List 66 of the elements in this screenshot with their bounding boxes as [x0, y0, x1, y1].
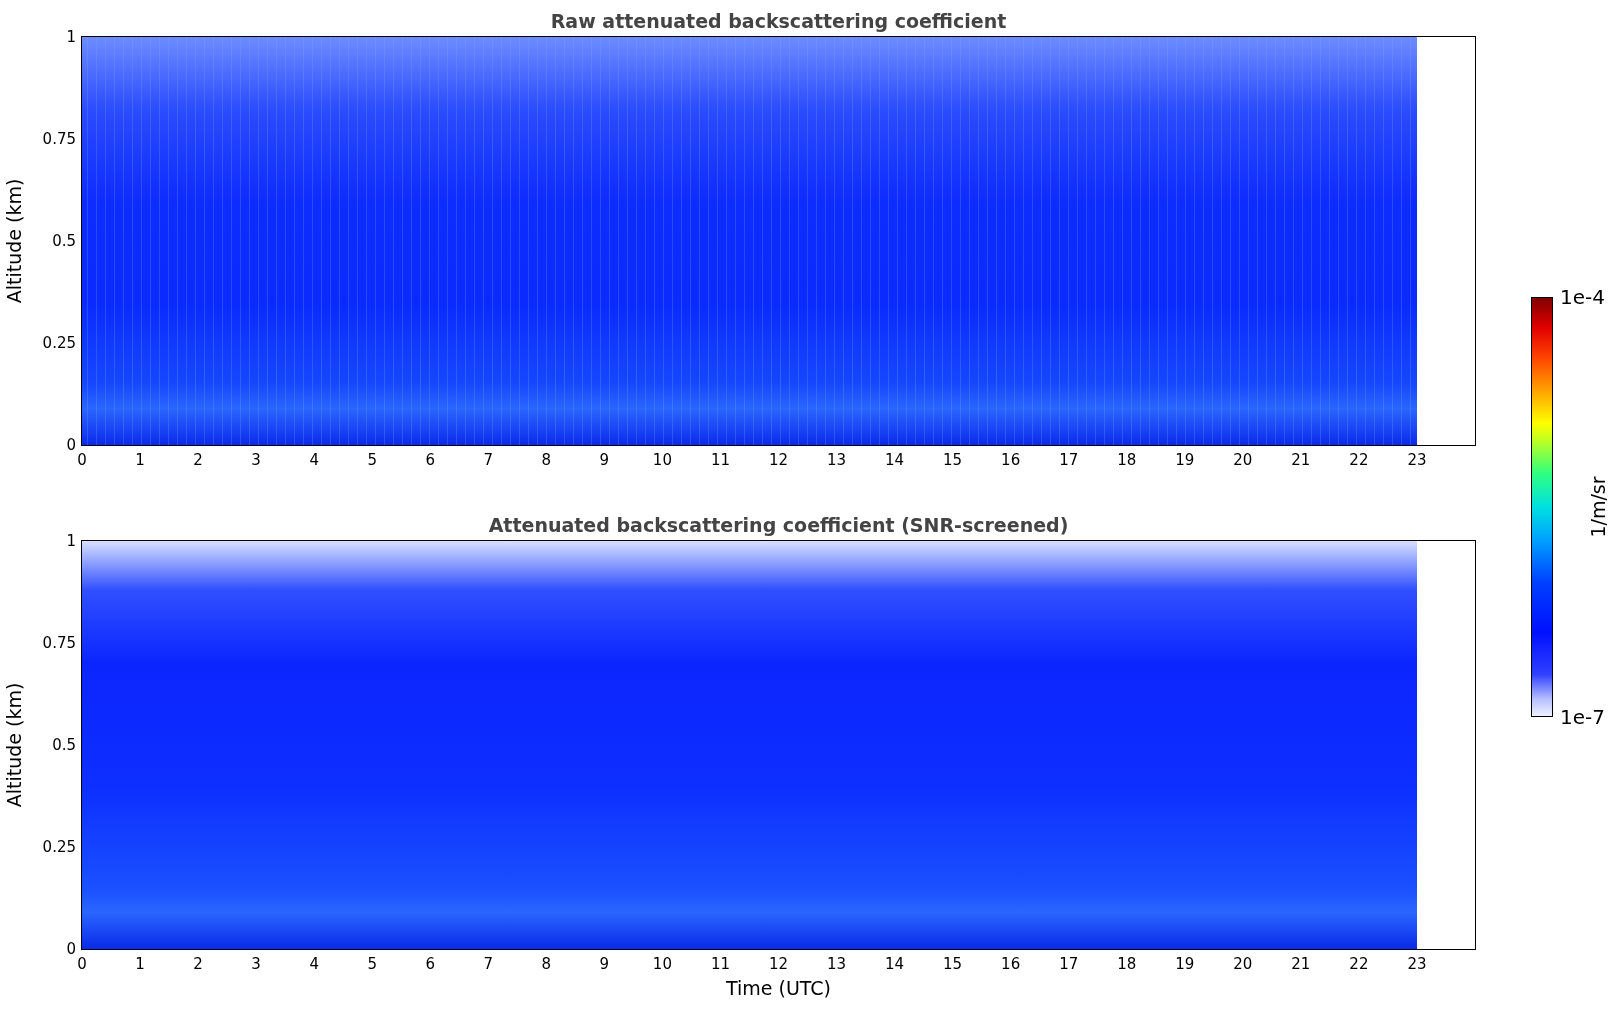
tick-label: 20 [1233, 451, 1253, 469]
tick-label: 12 [768, 451, 789, 469]
tick-label: 21 [1291, 451, 1311, 469]
tick-label: 11 [710, 955, 730, 973]
tick-label: 18 [1117, 451, 1137, 469]
tick-label: 1 [135, 955, 145, 973]
tick-label: 5 [367, 955, 377, 973]
tick-label: 4 [309, 955, 319, 973]
tick-label: 13 [827, 955, 847, 973]
tick-label: 7 [483, 451, 494, 469]
tick-label: 6 [425, 451, 435, 469]
tick-label: 16 [1001, 955, 1021, 973]
tick-label: 2 [193, 451, 203, 469]
tick-label: 11 [710, 451, 730, 469]
tick-label: 23 [1407, 451, 1427, 469]
tick-label: 0 [66, 940, 76, 958]
tick-label: 1 [135, 451, 145, 469]
tick-label: 14 [885, 451, 905, 469]
tick-label: 0 [77, 955, 87, 973]
tick-label: 19 [1175, 451, 1195, 469]
tick-label: 10 [652, 451, 672, 469]
tick-label: 2 [193, 955, 203, 973]
tick-label: 21 [1291, 955, 1311, 973]
chart-title: Attenuated backscattering coefficient (SNR-screened) [487, 513, 1070, 538]
tick-label: 0 [66, 436, 76, 454]
tick-label: 10 [652, 955, 672, 973]
tick-label: 1 [66, 28, 76, 46]
tick-label: 12 [768, 955, 789, 973]
tick-label: 9 [599, 451, 610, 469]
tick-label: 16 [1001, 451, 1021, 469]
tick-label: 17 [1059, 451, 1079, 469]
tick-label: 4 [309, 451, 319, 469]
tick-label: 13 [827, 451, 847, 469]
tick-label: 0 [77, 451, 87, 469]
chart-title: Raw attenuated backscattering coefficient [549, 9, 1008, 34]
tick-label: 5 [367, 451, 377, 469]
tick-label: 3 [251, 955, 261, 973]
tick-label: 15 [943, 451, 963, 469]
tick-label: 19 [1175, 955, 1195, 973]
tick-label: 7 [483, 955, 494, 973]
tick-label: 9 [599, 955, 610, 973]
colorbar-label: 1e-4 [1560, 285, 1605, 309]
tick-label: 18 [1117, 955, 1137, 973]
tick-label: 8 [541, 451, 552, 469]
tick-label: 0.5 [52, 232, 76, 250]
colorbar-title: 1/m/sr [1587, 476, 1609, 538]
tick-label: 23 [1407, 955, 1427, 973]
tick-label: 1 [66, 532, 76, 550]
tick-label: 0.75 [42, 634, 76, 652]
tick-label: 6 [425, 955, 435, 973]
tick-label: 17 [1059, 955, 1079, 973]
tick-label: 0.25 [42, 334, 76, 352]
tick-label: 0.25 [42, 838, 76, 856]
tick-label: 3 [251, 451, 261, 469]
tick-label: 14 [885, 955, 905, 973]
axis-label: Altitude (km) [3, 178, 25, 304]
tick-label: 8 [541, 955, 552, 973]
tick-label: 22 [1349, 955, 1369, 973]
tick-label: 22 [1349, 451, 1369, 469]
axis-label: Time (UTC) [726, 977, 831, 999]
tick-label: 15 [943, 955, 963, 973]
axis-label: Altitude (km) [3, 682, 25, 808]
tick-label: 0.5 [52, 736, 76, 754]
colorbar-label: 1e-7 [1560, 705, 1605, 729]
tick-label: 0.75 [42, 130, 76, 148]
tick-label: 20 [1233, 955, 1253, 973]
